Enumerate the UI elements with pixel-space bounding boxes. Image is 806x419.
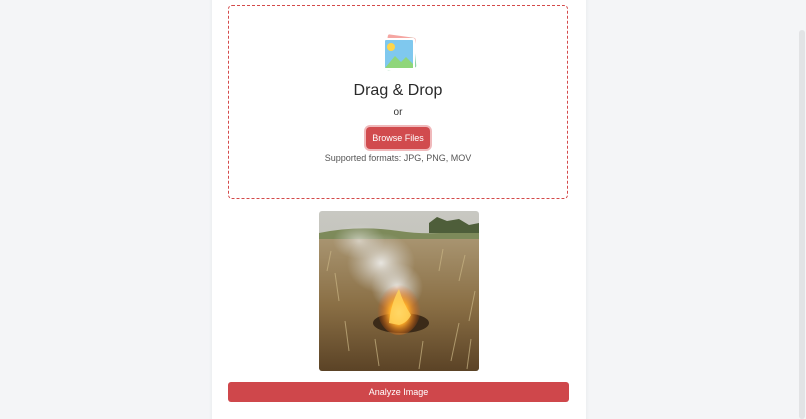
- page-scrollbar[interactable]: [799, 30, 805, 419]
- or-label: or: [393, 107, 403, 118]
- analyze-image-button[interactable]: Analyze Image: [228, 382, 569, 402]
- browse-files-button[interactable]: Browse Files: [366, 127, 430, 149]
- image-preview: [319, 211, 479, 371]
- supported-formats-text: Supported formats: JPG, PNG, MOV: [324, 153, 472, 163]
- image-icon: [383, 34, 417, 71]
- page: Drag & Drop or Browse Files Supported fo…: [0, 0, 806, 419]
- drag-drop-title: Drag & Drop: [353, 82, 443, 99]
